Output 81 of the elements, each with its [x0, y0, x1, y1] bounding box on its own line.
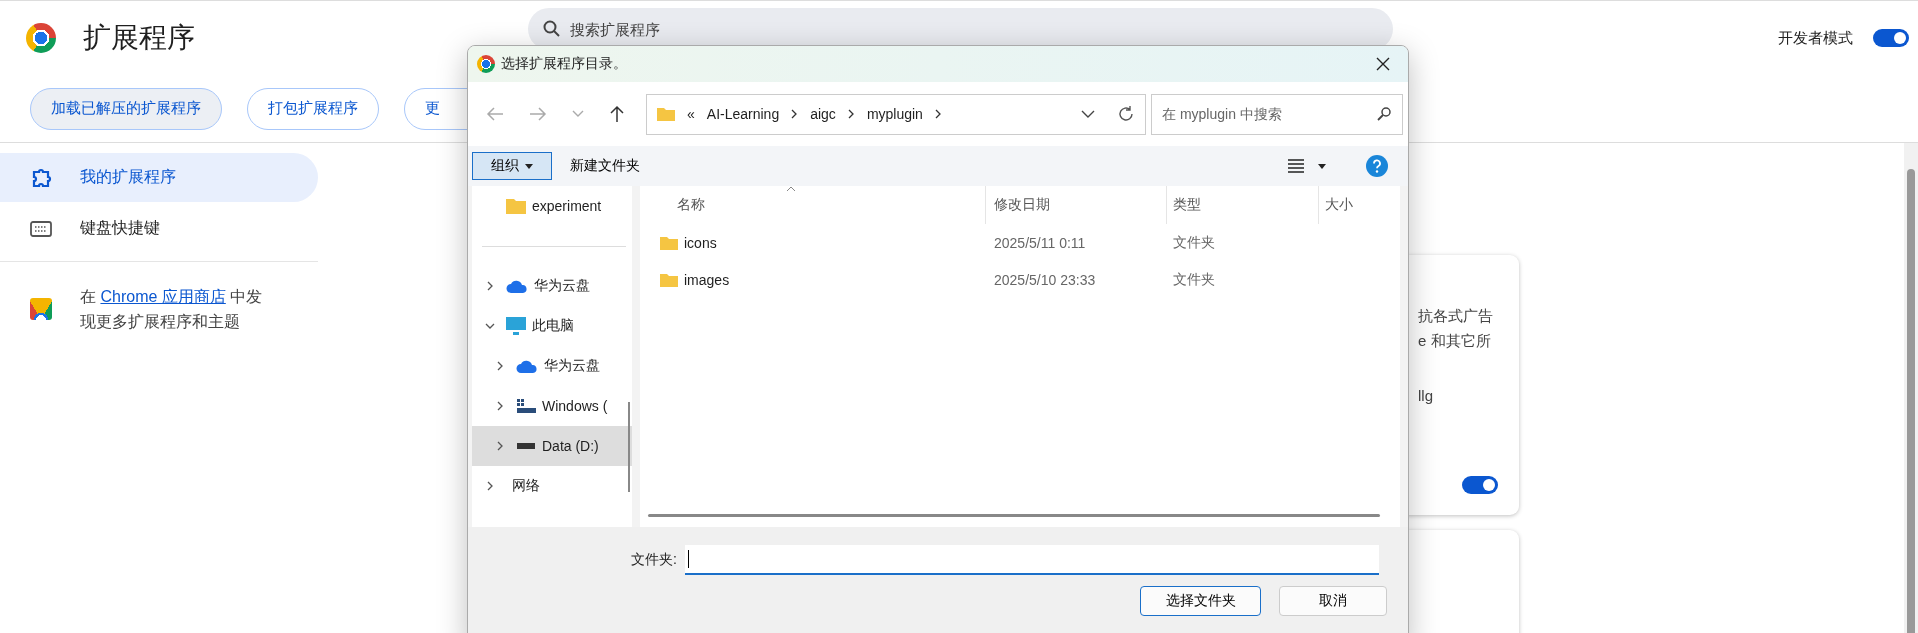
chevron-right-icon[interactable] — [485, 481, 495, 491]
developer-mode-toggle[interactable] — [1873, 29, 1909, 47]
nav-item[interactable]: Windows ( — [472, 386, 632, 426]
new-folder-button[interactable]: 新建文件夹 — [564, 156, 646, 176]
extension-toggle[interactable] — [1462, 476, 1498, 494]
cloud-icon — [516, 358, 538, 374]
caret-icon — [525, 163, 533, 169]
breadcrumb-item[interactable]: « — [687, 106, 695, 122]
sidebar-item[interactable]: 键盘快捷键 — [0, 204, 318, 253]
web-store-promo: 在 Chrome 应用商店 中发现更多扩展程序和主题 — [80, 287, 264, 332]
help-icon[interactable] — [1366, 155, 1388, 177]
nav-item[interactable]: 华为云盘 — [472, 346, 632, 386]
folder-icon — [660, 235, 678, 250]
sidebar-item[interactable]: 我的扩展程序 — [0, 153, 318, 202]
web-store-link[interactable]: Chrome 应用商店 — [100, 288, 226, 305]
card-text: 抗各式广告 — [1418, 307, 1493, 326]
nav-item[interactable]: 此电脑 — [472, 306, 632, 346]
web-store-icon — [30, 298, 52, 320]
file-name: images — [684, 271, 730, 288]
chevron-down-icon[interactable] — [485, 321, 495, 331]
file-date: 2025/5/11 0:11 — [993, 234, 1087, 251]
chevron-right-icon[interactable] — [847, 109, 855, 119]
folder-icon — [660, 272, 678, 287]
chevron-right-icon[interactable] — [485, 281, 495, 291]
dialog-title: 选择扩展程序目录。 — [501, 55, 627, 73]
folder-icon — [506, 198, 526, 214]
toolbar-button[interactable]: 打包扩展程序 — [247, 87, 379, 130]
chevron-right-icon[interactable] — [791, 109, 799, 119]
nav-item[interactable]: 华为云盘 — [472, 266, 632, 306]
folder-label: 文件夹: — [630, 551, 678, 569]
drive-icon — [516, 398, 536, 414]
address-bar[interactable]: « AI-Learning aigc myplugin — [646, 93, 1146, 135]
column-header[interactable]: 修改日期 — [986, 186, 1167, 224]
chevron-right-icon[interactable] — [495, 441, 505, 451]
cloud-icon — [506, 278, 528, 294]
file-row[interactable]: images 2025/5/10 23:33 文件夹 — [640, 261, 1400, 298]
chrome-logo-icon — [26, 23, 56, 53]
folder-field[interactable] — [685, 545, 1379, 575]
folder-icon — [657, 107, 675, 121]
drive-icon — [516, 442, 536, 450]
chrome-logo-icon — [477, 55, 495, 73]
column-header[interactable]: 名称 — [640, 186, 986, 224]
breadcrumb-item[interactable]: AI-Learning — [706, 106, 780, 122]
file-name: icons — [684, 234, 717, 251]
card-text: llg — [1418, 387, 1433, 404]
chevron-right-icon[interactable] — [934, 109, 942, 119]
keyboard-icon — [30, 220, 52, 237]
sort-caret-icon — [786, 186, 796, 192]
developer-mode-label: 开发者模式 — [1778, 28, 1853, 48]
search-field[interactable]: 在 myplugin 中搜索 — [1151, 93, 1403, 135]
chevron-right-icon[interactable] — [495, 361, 505, 371]
nav-item[interactable]: Data (D:) — [472, 426, 632, 466]
monitor-icon — [506, 317, 526, 335]
puzzle-icon — [30, 166, 52, 189]
breadcrumb-item[interactable]: aigc — [810, 106, 836, 122]
column-header[interactable]: 类型 — [1167, 186, 1319, 224]
select-folder-button[interactable]: 选择文件夹 — [1140, 586, 1261, 616]
nav-item[interactable]: experiment — [472, 186, 632, 226]
scrollbar[interactable] — [1904, 143, 1918, 633]
organize-button[interactable]: 组织 — [472, 152, 552, 180]
chevron-right-icon[interactable] — [495, 401, 505, 411]
chevron-down-icon[interactable] — [1081, 110, 1095, 118]
page-title: 扩展程序 — [83, 21, 196, 55]
refresh-icon[interactable] — [1117, 105, 1135, 123]
file-date: 2025/5/10 23:33 — [993, 271, 1097, 288]
caret-icon[interactable] — [1318, 163, 1326, 169]
file-type: 文件夹 — [1172, 233, 1216, 252]
breadcrumb-item[interactable]: myplugin — [866, 106, 923, 122]
column-header[interactable]: 大小 — [1319, 186, 1399, 224]
file-type: 文件夹 — [1172, 270, 1216, 289]
nav-item[interactable]: 网络 — [472, 466, 632, 506]
file-row[interactable]: icons 2025/5/11 0:11 文件夹 — [640, 224, 1400, 261]
search-icon — [543, 20, 561, 38]
list-view-icon[interactable] — [1288, 159, 1304, 173]
close-icon[interactable] — [1376, 57, 1390, 71]
card-text: e 和其它所 — [1418, 332, 1491, 351]
search-icon — [1377, 106, 1391, 121]
up-arrow-icon[interactable] — [609, 105, 625, 123]
scrollbar[interactable] — [648, 514, 1380, 517]
cancel-button[interactable]: 取消 — [1279, 586, 1387, 616]
toolbar-button[interactable]: 加载已解压的扩展程序 — [30, 87, 222, 130]
